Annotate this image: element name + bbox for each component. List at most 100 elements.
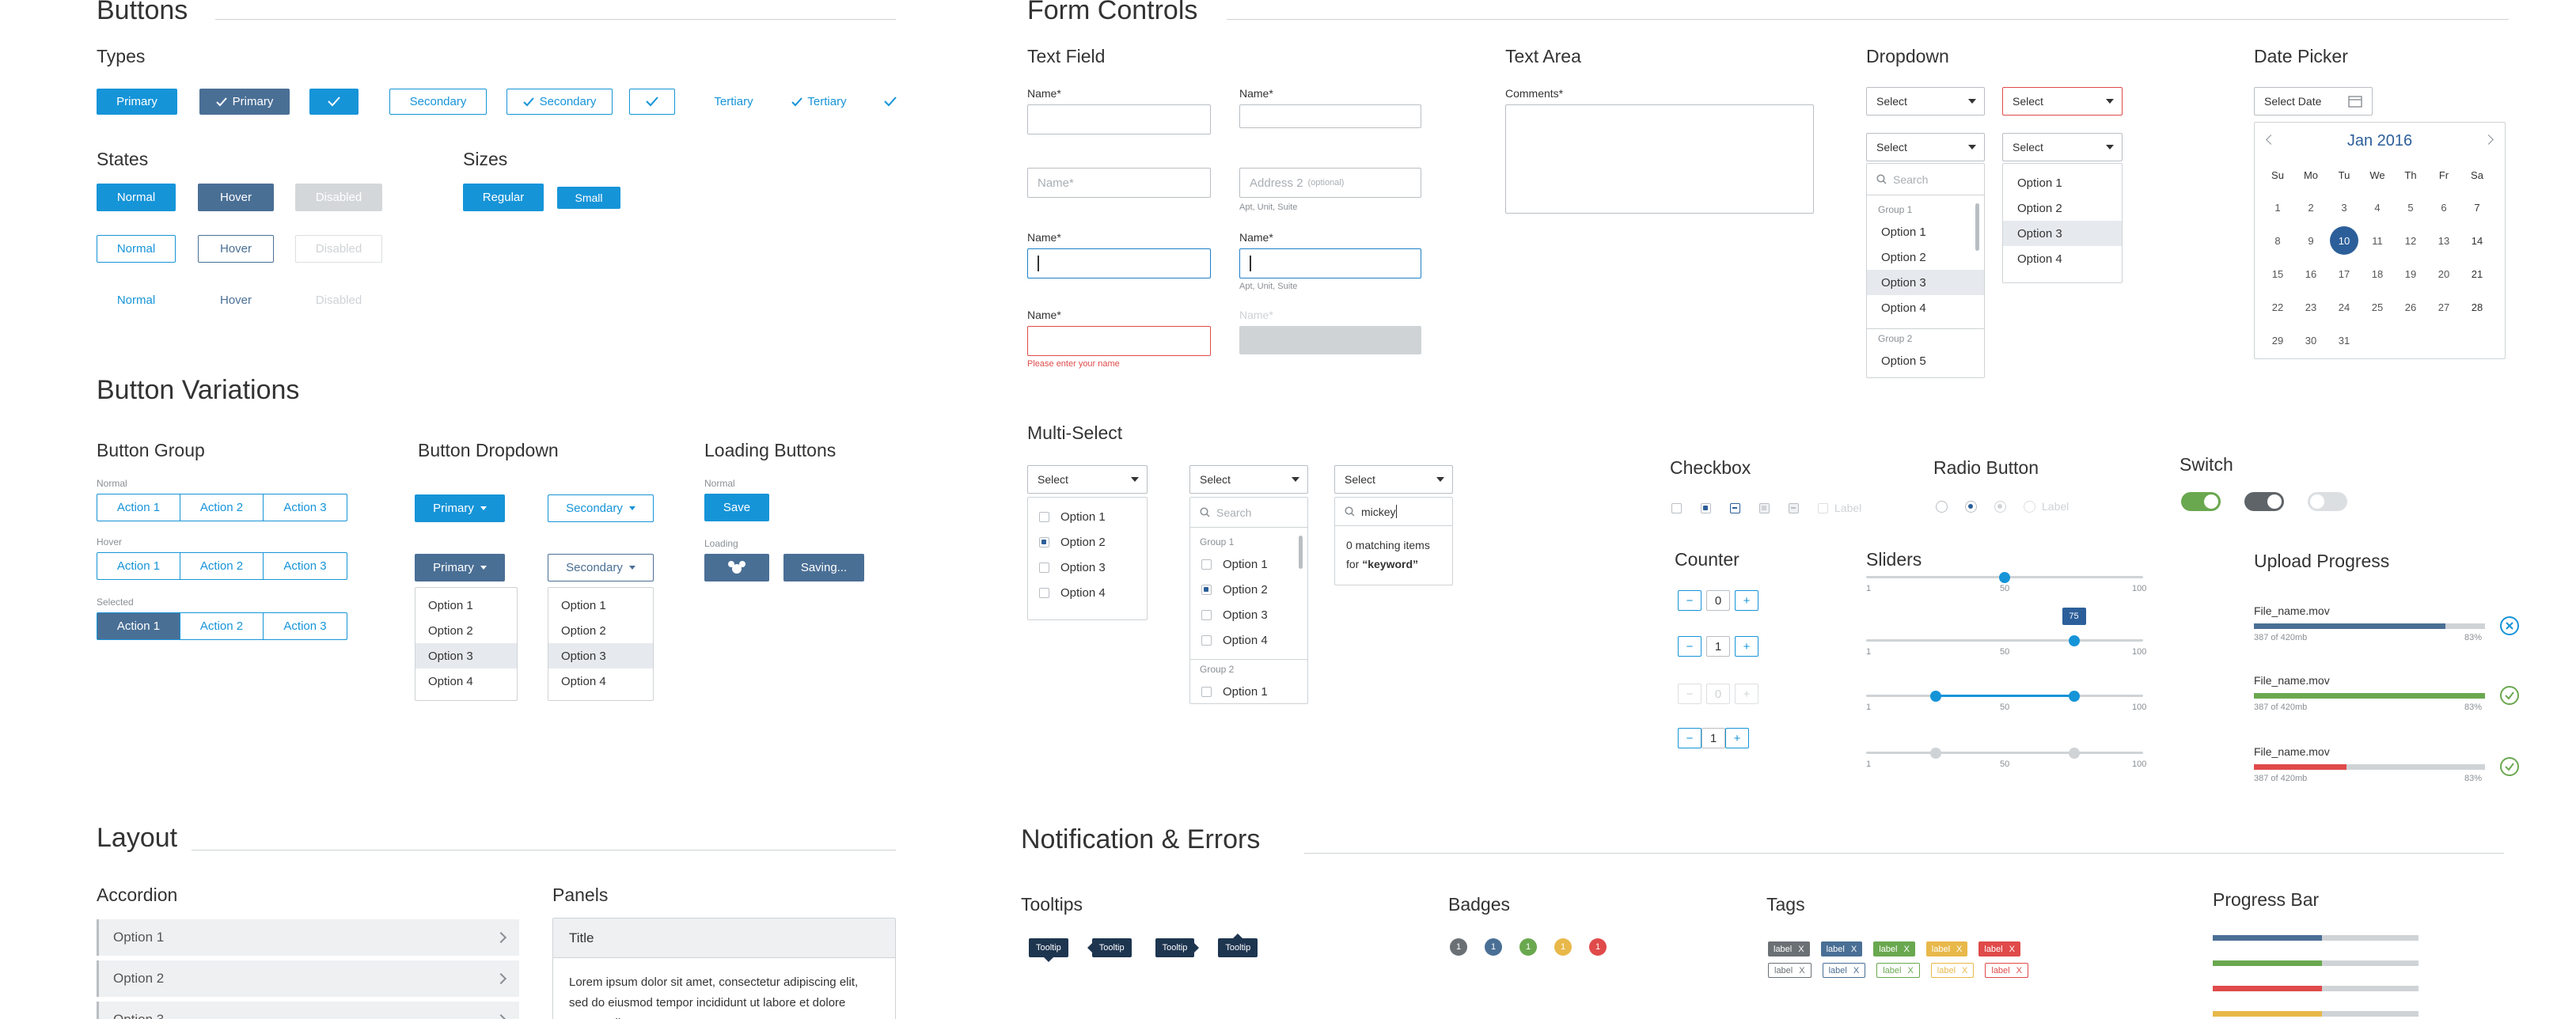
chevron-left-icon[interactable] bbox=[2266, 134, 2276, 145]
scrollbar[interactable] bbox=[1299, 536, 1303, 569]
checkbox-option[interactable]: Option 2 bbox=[1190, 577, 1307, 602]
slider-handle[interactable] bbox=[1929, 691, 1941, 702]
checkbox-option[interactable]: Option 4 bbox=[1190, 627, 1307, 653]
menu-item-active[interactable]: Option 3 bbox=[415, 643, 517, 669]
tag-remove-icon[interactable]: X bbox=[1798, 945, 1804, 954]
checkbox-disabled[interactable] bbox=[1818, 502, 1828, 513]
option[interactable]: Option 5 bbox=[1867, 348, 1984, 373]
secondary-button[interactable]: Secondary bbox=[389, 89, 487, 115]
tag-remove-icon[interactable]: X bbox=[1903, 945, 1909, 954]
multi-select-search[interactable]: Select bbox=[1189, 465, 1308, 494]
checkbox-disabled-checked[interactable] bbox=[1759, 502, 1770, 513]
normal-secondary-button[interactable]: Normal bbox=[97, 235, 176, 263]
action-button[interactable]: Action 2 bbox=[180, 613, 264, 639]
checkbox-option[interactable]: Option 3 bbox=[1028, 555, 1147, 580]
slider-track[interactable] bbox=[1866, 639, 2143, 642]
minus-button[interactable]: − bbox=[1678, 684, 1702, 704]
calendar-day[interactable]: 24 bbox=[2328, 290, 2361, 324]
calendar-day[interactable]: 11 bbox=[2361, 224, 2394, 257]
action-button[interactable]: Action 1 bbox=[97, 494, 180, 521]
calendar-day[interactable]: 17 bbox=[2328, 257, 2361, 290]
chevron-right-icon[interactable] bbox=[2483, 134, 2494, 145]
calendar-day[interactable]: 25 bbox=[2361, 290, 2394, 324]
calendar-day[interactable]: 1 bbox=[2261, 191, 2294, 224]
option[interactable]: Option 1 bbox=[2003, 170, 2122, 195]
hover-secondary-button[interactable]: Hover bbox=[198, 235, 274, 263]
calendar-day[interactable]: 4 bbox=[2361, 191, 2394, 224]
name-input-disabled[interactable] bbox=[1239, 326, 1421, 354]
search-input[interactable]: mickey bbox=[1335, 498, 1452, 526]
search-input[interactable]: Search bbox=[1190, 498, 1307, 528]
menu-item[interactable]: Option 4 bbox=[548, 669, 653, 694]
calendar-day[interactable]: 23 bbox=[2294, 290, 2328, 324]
calendar-day[interactable]: 22 bbox=[2261, 290, 2294, 324]
radio[interactable] bbox=[1936, 500, 1948, 513]
tag-remove-icon[interactable]: X bbox=[1907, 966, 1913, 975]
calendar-day[interactable]: 9 bbox=[2294, 224, 2328, 257]
tertiary-check-button[interactable]: Tertiary bbox=[783, 89, 855, 115]
calendar-day[interactable]: 6 bbox=[2427, 191, 2460, 224]
option[interactable]: Option 4 bbox=[2003, 246, 2122, 271]
option[interactable]: Option 2 bbox=[2003, 195, 2122, 221]
checkbox-option[interactable]: Option 1 bbox=[1190, 679, 1307, 703]
saving-button[interactable]: Saving... bbox=[783, 554, 864, 581]
primary-dropdown-button-open[interactable]: Primary bbox=[415, 554, 505, 581]
close-circle-icon[interactable] bbox=[2499, 616, 2520, 636]
switch-disabled[interactable] bbox=[2308, 492, 2347, 511]
calendar-day[interactable]: 2 bbox=[2294, 191, 2328, 224]
menu-item-active[interactable]: Option 3 bbox=[548, 643, 653, 669]
option[interactable]: Option 4 bbox=[1867, 295, 1984, 320]
radio-disabled[interactable] bbox=[2024, 500, 2035, 513]
calendar-day[interactable]: 28 bbox=[2460, 290, 2494, 324]
menu-item[interactable]: Option 1 bbox=[415, 593, 517, 618]
name-input-error[interactable] bbox=[1027, 326, 1211, 356]
select-dropdown[interactable]: Select bbox=[1866, 87, 1985, 116]
switch-off[interactable] bbox=[2244, 492, 2284, 511]
calendar-day[interactable]: 8 bbox=[2261, 224, 2294, 257]
slider-handle[interactable] bbox=[1999, 572, 2010, 583]
counter-value[interactable]: 1 bbox=[1702, 728, 1725, 748]
tag-remove-icon[interactable]: X bbox=[2009, 945, 2015, 954]
multi-select[interactable]: Select bbox=[1027, 465, 1148, 494]
switch-on[interactable] bbox=[2181, 492, 2221, 511]
name-input-small[interactable] bbox=[1239, 104, 1421, 128]
calendar-day-selected[interactable]: 10 bbox=[2328, 224, 2361, 257]
name-input-focused[interactable] bbox=[1027, 248, 1211, 278]
calendar-day[interactable]: 12 bbox=[2394, 224, 2427, 257]
plus-button[interactable]: + bbox=[1735, 636, 1758, 657]
primary-dropdown-button[interactable]: Primary bbox=[415, 494, 505, 522]
checkbox-option[interactable]: Option 3 bbox=[1190, 602, 1307, 627]
minus-button[interactable]: − bbox=[1678, 590, 1702, 611]
slider-handle[interactable] bbox=[2068, 635, 2080, 646]
action-button[interactable]: Action 3 bbox=[264, 613, 347, 639]
calendar-day[interactable]: 29 bbox=[2261, 324, 2294, 357]
tag-remove-icon[interactable]: X bbox=[1799, 966, 1804, 975]
calendar-day[interactable]: 26 bbox=[2394, 290, 2427, 324]
secondary-dropdown-button-open[interactable]: Secondary bbox=[548, 554, 654, 581]
calendar-day[interactable]: 19 bbox=[2394, 257, 2427, 290]
checkbox-checked[interactable] bbox=[1701, 502, 1711, 513]
checkbox-option[interactable]: Option 4 bbox=[1028, 580, 1147, 605]
calendar-day[interactable]: 5 bbox=[2394, 191, 2427, 224]
accordion-item[interactable]: Option 1 bbox=[97, 919, 519, 956]
checkbox-indeterminate[interactable] bbox=[1730, 502, 1740, 513]
checkbox[interactable] bbox=[1039, 511, 1049, 522]
select-dropdown-open[interactable]: Select bbox=[1866, 133, 1985, 161]
disabled-secondary-button[interactable]: Disabled bbox=[295, 235, 382, 263]
counter-value[interactable]: 0 bbox=[1706, 590, 1730, 611]
slider-track[interactable] bbox=[1866, 752, 2143, 754]
select-dropdown-error[interactable]: Select bbox=[2002, 87, 2123, 116]
secondary-check-button[interactable]: Secondary bbox=[506, 89, 613, 115]
action-button[interactable]: Action 3 bbox=[264, 553, 347, 579]
action-button[interactable]: Action 1 bbox=[97, 553, 180, 579]
menu-item[interactable]: Option 2 bbox=[548, 618, 653, 643]
calendar-day[interactable]: 18 bbox=[2361, 257, 2394, 290]
accordion-item[interactable]: Option 3 bbox=[97, 1002, 519, 1019]
slider-handle[interactable] bbox=[2068, 691, 2080, 702]
action-button-selected[interactable]: Action 1 bbox=[97, 613, 180, 639]
normal-tertiary-button[interactable]: Normal bbox=[97, 286, 176, 314]
checkbox[interactable] bbox=[1671, 502, 1682, 513]
name-input[interactable] bbox=[1027, 104, 1211, 134]
loading-spinner-button[interactable] bbox=[704, 554, 769, 581]
calendar-day[interactable]: 20 bbox=[2427, 257, 2460, 290]
